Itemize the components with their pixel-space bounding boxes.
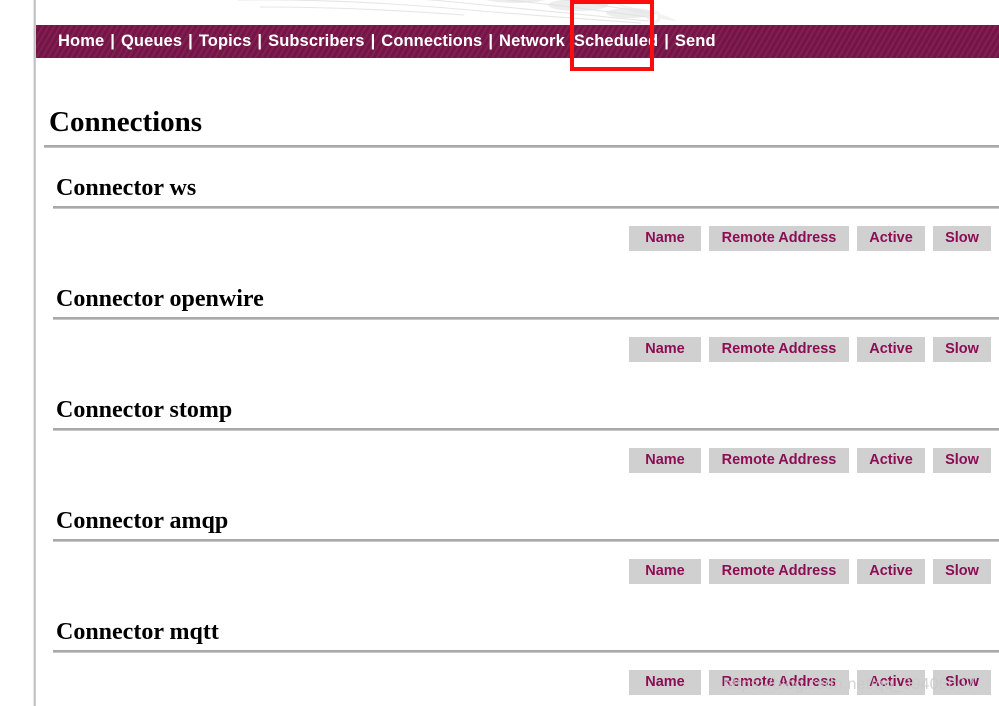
table-header-row: Name Remote Address Active Slow bbox=[44, 670, 991, 695]
table-spacer-cell bbox=[44, 448, 621, 473]
nav-separator: | bbox=[370, 32, 376, 50]
nav-separator: | bbox=[664, 32, 669, 50]
column-header-active[interactable]: Active bbox=[857, 337, 925, 362]
main-navigation-bar: Home | Queues | Topics | Subscribers | C… bbox=[36, 25, 999, 58]
column-header-active[interactable]: Active bbox=[857, 226, 925, 251]
connector-title-rule bbox=[53, 650, 999, 653]
connections-table-ws: Name Remote Address Active Slow bbox=[36, 226, 999, 251]
column-header-active[interactable]: Active bbox=[857, 670, 925, 695]
column-header-slow[interactable]: Slow bbox=[933, 337, 991, 362]
nav-separator: | bbox=[188, 32, 193, 50]
connector-title: Connector ws bbox=[56, 175, 197, 201]
nav-item-connections[interactable]: Connections bbox=[381, 32, 482, 51]
column-header-name[interactable]: Name bbox=[629, 559, 701, 584]
connections-table-openwire: Name Remote Address Active Slow bbox=[36, 337, 999, 362]
column-header-name[interactable]: Name bbox=[629, 337, 701, 362]
connector-title-rule bbox=[53, 206, 999, 209]
connector-section-amqp: Connector amqp Name Remote Address Activ… bbox=[36, 509, 999, 584]
connector-section-ws: Connector ws Name Remote Address Active … bbox=[36, 176, 999, 251]
activemq-feather-logo-icon bbox=[186, 0, 746, 25]
column-header-remote-address[interactable]: Remote Address bbox=[709, 448, 849, 473]
nav-item-scheduled[interactable]: Scheduled bbox=[574, 32, 658, 51]
connections-table-stomp: Name Remote Address Active Slow bbox=[36, 448, 999, 473]
column-header-active[interactable]: Active bbox=[857, 559, 925, 584]
column-header-slow[interactable]: Slow bbox=[933, 559, 991, 584]
column-header-slow[interactable]: Slow bbox=[933, 448, 991, 473]
connector-title: Connector mqtt bbox=[56, 619, 219, 645]
nav-item-network[interactable]: Network bbox=[499, 32, 565, 51]
column-header-remote-address[interactable]: Remote Address bbox=[709, 337, 849, 362]
banner bbox=[36, 0, 999, 25]
connector-section-openwire: Connector openwire Name Remote Address A… bbox=[36, 287, 999, 362]
connections-table-amqp: Name Remote Address Active Slow bbox=[36, 559, 999, 584]
nav-separator: | bbox=[488, 32, 494, 50]
page-title-rule bbox=[44, 145, 999, 148]
table-header-row: Name Remote Address Active Slow bbox=[44, 448, 991, 473]
nav-item-topics[interactable]: Topics bbox=[199, 32, 252, 51]
column-header-active[interactable]: Active bbox=[857, 448, 925, 473]
page-root: Home | Queues | Topics | Subscribers | C… bbox=[0, 0, 999, 706]
connections-table-mqtt: Name Remote Address Active Slow bbox=[36, 670, 999, 695]
main-content: Connections Connector ws Name Remote Add… bbox=[36, 58, 999, 706]
column-header-remote-address[interactable]: Remote Address bbox=[709, 559, 849, 584]
connector-section-stomp: Connector stomp Name Remote Address Acti… bbox=[36, 398, 999, 473]
connector-title: Connector amqp bbox=[56, 508, 229, 534]
nav-item-queues[interactable]: Queues bbox=[121, 32, 182, 51]
connector-title-rule bbox=[53, 317, 999, 320]
column-header-name[interactable]: Name bbox=[629, 448, 701, 473]
nav-separator: | bbox=[257, 32, 263, 50]
nav-item-send[interactable]: Send bbox=[675, 32, 716, 51]
nav-item-subscribers[interactable]: Subscribers bbox=[268, 32, 364, 51]
table-spacer-cell bbox=[44, 670, 621, 695]
table-spacer-cell bbox=[44, 226, 621, 251]
page-title: Connections bbox=[49, 106, 203, 138]
connector-title: Connector stomp bbox=[56, 397, 233, 423]
nav-separator: | bbox=[110, 32, 115, 50]
column-header-name[interactable]: Name bbox=[629, 226, 701, 251]
connector-title-rule bbox=[53, 539, 999, 542]
table-header-row: Name Remote Address Active Slow bbox=[44, 559, 991, 584]
connector-title: Connector openwire bbox=[56, 286, 264, 312]
table-header-row: Name Remote Address Active Slow bbox=[44, 337, 991, 362]
nav-links: Home | Queues | Topics | Subscribers | C… bbox=[58, 32, 716, 51]
table-spacer-cell bbox=[44, 337, 621, 362]
column-header-remote-address[interactable]: Remote Address bbox=[709, 670, 849, 695]
column-header-slow[interactable]: Slow bbox=[933, 226, 991, 251]
nav-item-home[interactable]: Home bbox=[58, 32, 104, 51]
column-header-remote-address[interactable]: Remote Address bbox=[709, 226, 849, 251]
connector-section-mqtt: Connector mqtt Name Remote Address Activ… bbox=[36, 620, 999, 695]
table-spacer-cell bbox=[44, 559, 621, 584]
column-header-name[interactable]: Name bbox=[629, 670, 701, 695]
table-header-row: Name Remote Address Active Slow bbox=[44, 226, 991, 251]
column-header-slow[interactable]: Slow bbox=[933, 670, 991, 695]
connector-title-rule bbox=[53, 428, 999, 431]
